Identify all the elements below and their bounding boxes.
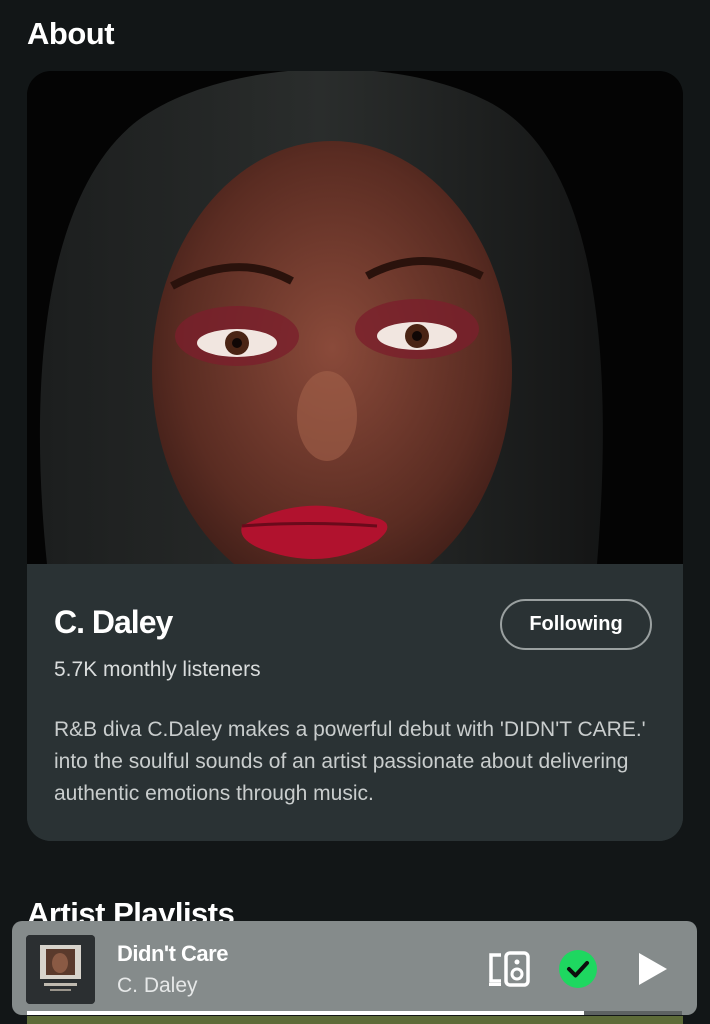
mini-player[interactable]: Didn't Care C. Daley	[12, 921, 697, 1015]
track-artist[interactable]: C. Daley	[117, 974, 198, 998]
next-section-preview	[27, 1016, 683, 1024]
monthly-listeners: 5.7K monthly listeners	[54, 658, 261, 681]
about-section-title: About	[27, 16, 115, 51]
devices-icon[interactable]	[487, 949, 531, 989]
about-card-body: C. Daley Following 5.7K monthly listener…	[27, 564, 683, 841]
artist-bio: R&B diva C.Daley makes a powerful debut …	[54, 718, 646, 805]
check-circle-icon[interactable]	[558, 949, 598, 989]
about-card[interactable]: C. Daley Following 5.7K monthly listener…	[27, 71, 683, 841]
playback-progress[interactable]	[27, 1011, 682, 1015]
artist-name: C. Daley	[54, 604, 173, 640]
track-title[interactable]: Didn't Care	[117, 941, 228, 967]
following-button[interactable]: Following	[500, 599, 652, 650]
album-art	[26, 935, 95, 1004]
playback-progress-fill	[27, 1011, 584, 1015]
play-icon[interactable]	[632, 949, 672, 989]
artist-photo	[27, 71, 683, 564]
